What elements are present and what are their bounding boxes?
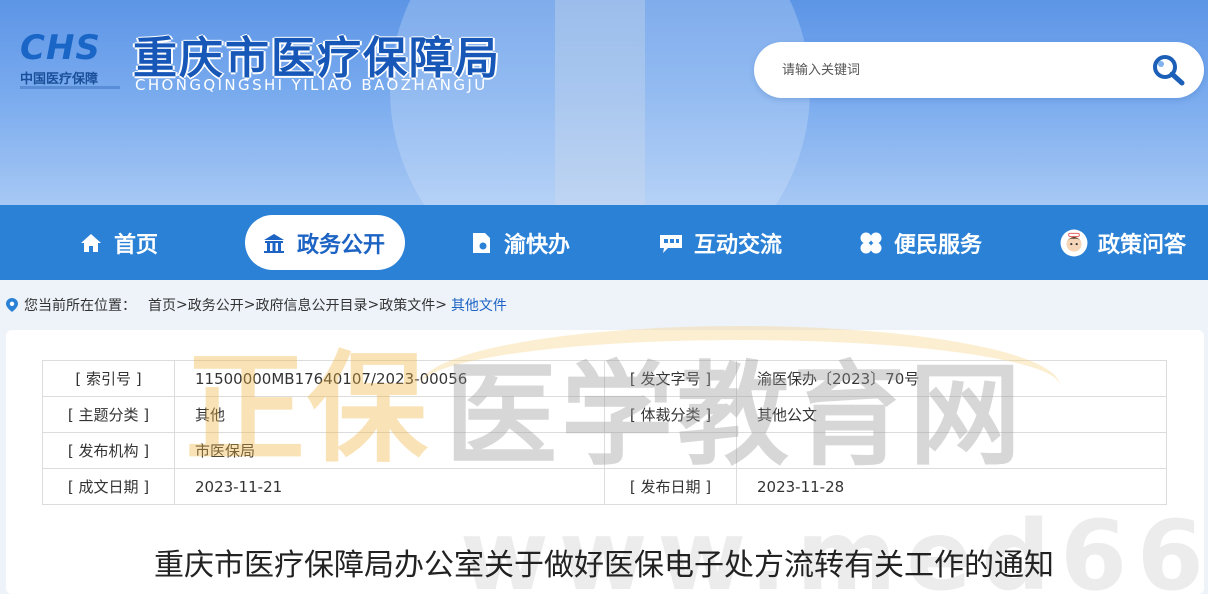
nav-item-home[interactable]: 首页 [78, 215, 158, 270]
search-icon [1153, 55, 1185, 86]
nav-label: 便民服务 [894, 232, 983, 258]
breadcrumb-government-affairs[interactable]: 政务公开 [188, 295, 244, 315]
home-icon [81, 233, 101, 252]
search-button[interactable] [1149, 52, 1189, 88]
breadcrumb-separator: > [243, 297, 256, 313]
document-icon [473, 232, 490, 253]
breadcrumb-prefix: 您当前所在位置： [24, 298, 136, 314]
nav-label: 渝快办 [504, 232, 571, 258]
building-icon [264, 233, 284, 253]
logo-mark: CHS [20, 28, 101, 68]
search-input[interactable] [782, 58, 1132, 82]
chs-logo[interactable]: CHS 中国医疗保障 [18, 28, 128, 98]
breadcrumb-policy-documents[interactable]: 政策文件 [379, 295, 435, 315]
nav-item-yukuaiban[interactable]: 渝快办 [468, 215, 570, 270]
site-header: CHS 中国医疗保障 重庆市医疗保障局 CHONGQINGSHI YILIAO … [0, 0, 1208, 205]
breadcrumb-current[interactable]: 其他文件 [451, 295, 507, 315]
avatar-icon [1060, 229, 1088, 256]
meta-key-topic: [ 主题分类 ] [42, 396, 175, 433]
meta-key-written-date: [ 成文日期 ] [42, 468, 175, 505]
logo-subtitle: 中国医疗保障 [20, 72, 99, 87]
watermark-brand: 正保 [185, 340, 429, 479]
nav-label: 政策问答 [1098, 232, 1187, 258]
nav-label: 互动交流 [694, 232, 783, 258]
document-title: 重庆市医疗保障局办公室关于做好医保电子处方流转有关工作的通知 [154, 548, 1054, 583]
nav-item-interaction[interactable]: 互动交流 [658, 215, 782, 270]
nav-item-public-services[interactable]: 便民服务 [858, 215, 982, 270]
meta-key-index: [ 索引号 ] [42, 360, 175, 397]
site-title-pinyin: CHONGQINGSHI YILIAO BAOZHANGJU [135, 76, 488, 94]
breadcrumb-separator: > [367, 297, 380, 313]
meta-key-publisher: [ 发布机构 ] [42, 432, 175, 469]
breadcrumb-home[interactable]: 首页 [148, 295, 176, 315]
watermark-site-name: 医学教育网 [445, 351, 1025, 481]
breadcrumb-separator: > [176, 297, 188, 313]
nav-label: 首页 [114, 232, 159, 258]
breadcrumb: 您当前所在位置： 首页 > 政务公开 > 政府信息公开目录 > 政策文件 > 其… [0, 280, 1208, 330]
chat-icon [660, 234, 682, 253]
logo-underline [20, 86, 120, 89]
main-nav: 首页 政务公开 渝快办 互动交流 便民服务 政策问答 [0, 205, 1208, 280]
nav-item-government-affairs[interactable]: 政务公开 [245, 215, 405, 270]
nav-label: 政务公开 [297, 232, 386, 258]
location-pin-icon [6, 298, 18, 312]
header-emblem-bar [555, 0, 645, 205]
clover-icon [860, 232, 882, 253]
search-box [754, 42, 1204, 98]
nav-item-policy-qa[interactable]: 政策问答 [1060, 215, 1186, 270]
breadcrumb-separator: > [435, 297, 447, 313]
breadcrumb-info-catalog[interactable]: 政府信息公开目录 [255, 295, 367, 315]
